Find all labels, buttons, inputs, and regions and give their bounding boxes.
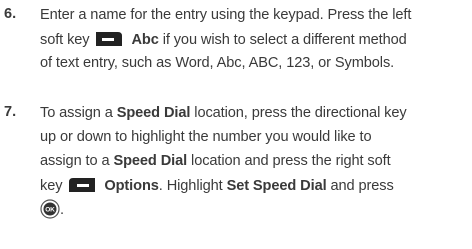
soft-key-label: Abc xyxy=(131,31,159,48)
step-6-line-1: Enter a name for the entry using the key… xyxy=(40,7,412,23)
step-7-line-3: assign to a Speed Dial location and pres… xyxy=(40,153,391,169)
right-soft-key-icon xyxy=(67,175,97,195)
step-number: 6. xyxy=(4,6,17,22)
soft-key-label: Options xyxy=(104,177,159,194)
step-7-line-4: key Options. Highlight Set Speed Dial an… xyxy=(40,176,394,196)
step-7-line-2: up or down to highlight the number you w… xyxy=(40,129,372,145)
step-7-line-1: To assign a Speed Dial location, press t… xyxy=(40,105,407,121)
step-7-line-5: OK . xyxy=(40,199,64,220)
manual-page: 6. Enter a name for the entry using the … xyxy=(0,0,472,249)
step-6-line-3: of text entry, such as Word, Abc, ABC, 1… xyxy=(40,55,395,71)
ok-key-icon: OK xyxy=(40,199,60,219)
svg-text:OK: OK xyxy=(45,207,55,214)
step-number: 7. xyxy=(4,104,17,120)
left-soft-key-icon xyxy=(94,29,124,49)
step-6-line-2: soft key Abc if you wish to select a dif… xyxy=(40,30,407,50)
